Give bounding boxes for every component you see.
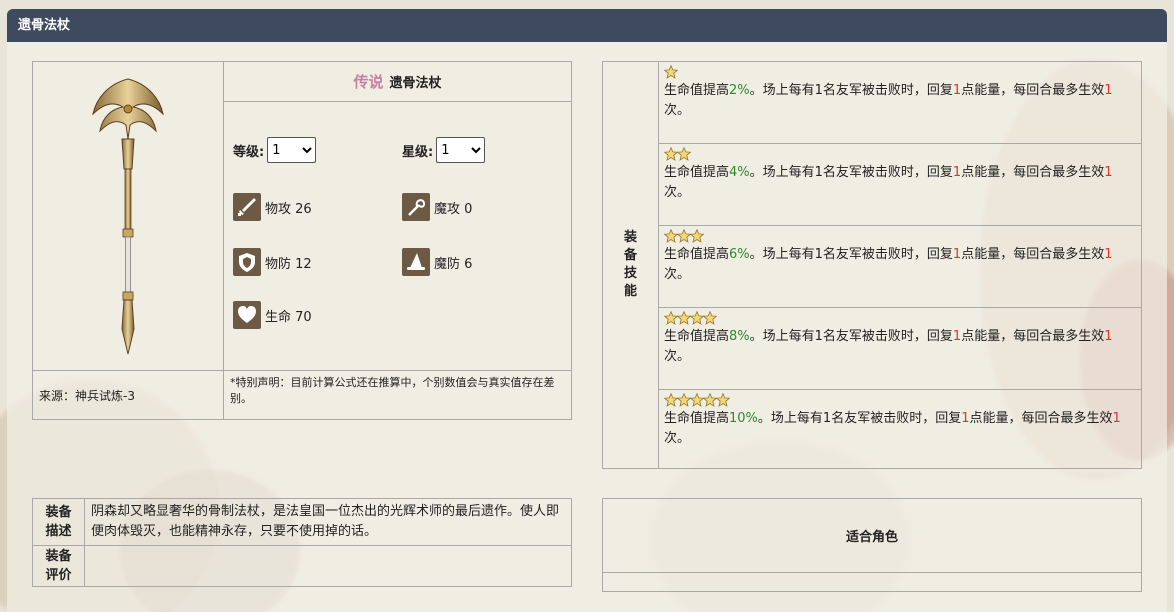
star-row: 星级: 1 bbox=[402, 137, 486, 163]
star-select[interactable]: 1 bbox=[436, 137, 486, 163]
desc-heading: 装备描述 bbox=[32, 498, 85, 546]
stat-physical-defense: 物防 12 bbox=[233, 248, 312, 276]
star-icon bbox=[689, 392, 705, 409]
stat-label: 物攻 26 bbox=[265, 201, 312, 217]
skills-heading: 装备技能 bbox=[602, 61, 659, 469]
stat-label: 魔防 6 bbox=[434, 256, 473, 272]
roles-heading: 适合角色 bbox=[602, 498, 1142, 573]
star-icon bbox=[676, 146, 692, 163]
roles-table: 适合角色 bbox=[602, 498, 1142, 592]
skill-tier: 生命值提高6%。场上每有1名友军被击败时，回复1点能量，每回合最多生效1次。 bbox=[658, 225, 1142, 308]
level-row: 等级: 1 bbox=[233, 137, 317, 163]
stat-magic-attack: 魔攻 0 bbox=[402, 193, 472, 221]
star-rating bbox=[663, 228, 1136, 245]
star-icon bbox=[676, 310, 692, 327]
stat-label: 魔攻 0 bbox=[434, 201, 473, 217]
source-text: 来源：神兵试炼-3 bbox=[32, 370, 224, 420]
star-rating bbox=[663, 146, 1136, 163]
skill-tier: 生命值提高2%。场上每有1名友军被击败时，回复1点能量，每回合最多生效1次。 bbox=[658, 61, 1142, 144]
star-icon bbox=[689, 228, 705, 245]
level-select[interactable]: 1 bbox=[267, 137, 317, 163]
stat-label: 生命 70 bbox=[265, 309, 312, 325]
star-rating bbox=[663, 64, 1136, 81]
wand-icon bbox=[402, 193, 430, 221]
weapon-image-cell bbox=[32, 61, 224, 371]
disclaimer-note: *特别声明：目前计算公式还在推算中，个别数值会与真实值存在差别。 bbox=[223, 370, 572, 420]
desc-text: 阴森却又略显奢华的骨制法杖，是法皇国一位杰出的光辉术师的最后遗作。使人即便肉体毁… bbox=[84, 498, 572, 546]
star-icon bbox=[663, 310, 679, 327]
page-title: 遗骨法杖 bbox=[7, 9, 1167, 42]
staff-image bbox=[92, 78, 164, 355]
weapon-info-table: 传说 遗骨法杖 等级: 1 星级: 1 物攻 26 魔攻 0 物防 12 魔防 … bbox=[32, 61, 572, 420]
shield-icon bbox=[233, 248, 261, 276]
level-label: 等级: bbox=[233, 144, 265, 160]
review-text bbox=[84, 545, 572, 587]
star-icon bbox=[715, 392, 731, 409]
star-icon bbox=[663, 146, 679, 163]
star-icon bbox=[663, 392, 679, 409]
star-icon bbox=[702, 392, 718, 409]
skills-table: 装备技能 生命值提高2%。场上每有1名友军被击败时，回复1点能量，每回合最多生效… bbox=[602, 61, 1142, 469]
wizard-hat-icon bbox=[402, 248, 430, 276]
weapon-name: 遗骨法杖 bbox=[389, 76, 442, 91]
star-rating bbox=[663, 392, 1136, 409]
star-icon bbox=[676, 392, 692, 409]
star-icon bbox=[663, 64, 679, 81]
rarity-label: 传说 bbox=[353, 73, 384, 91]
weapon-stats-cell: 等级: 1 星级: 1 物攻 26 魔攻 0 物防 12 魔防 6 生命 70 bbox=[223, 101, 572, 371]
star-icon bbox=[663, 228, 679, 245]
sword-icon bbox=[233, 193, 261, 221]
review-heading: 装备评价 bbox=[32, 545, 85, 587]
star-label: 星级: bbox=[402, 144, 434, 160]
heart-icon bbox=[233, 301, 261, 329]
stat-magic-defense: 魔防 6 bbox=[402, 248, 472, 276]
star-icon bbox=[676, 228, 692, 245]
skill-tier: 生命值提高4%。场上每有1名友军被击败时，回复1点能量，每回合最多生效1次。 bbox=[658, 143, 1142, 226]
stat-label: 物防 12 bbox=[265, 256, 312, 272]
star-icon bbox=[702, 310, 718, 327]
weapon-title: 传说 遗骨法杖 bbox=[223, 61, 572, 102]
stat-hp: 生命 70 bbox=[233, 301, 312, 329]
roles-content bbox=[602, 572, 1142, 592]
star-rating bbox=[663, 310, 1136, 327]
star-icon bbox=[689, 310, 705, 327]
skill-tier: 生命值提高8%。场上每有1名友军被击败时，回复1点能量，每回合最多生效1次。 bbox=[658, 307, 1142, 390]
skill-tier: 生命值提高10%。场上每有1名友军被击败时，回复1点能量，每回合最多生效1次。 bbox=[658, 389, 1142, 469]
stat-physical-attack: 物攻 26 bbox=[233, 193, 312, 221]
description-table: 装备描述 阴森却又略显奢华的骨制法杖，是法皇国一位杰出的光辉术师的最后遗作。使人… bbox=[32, 498, 572, 587]
